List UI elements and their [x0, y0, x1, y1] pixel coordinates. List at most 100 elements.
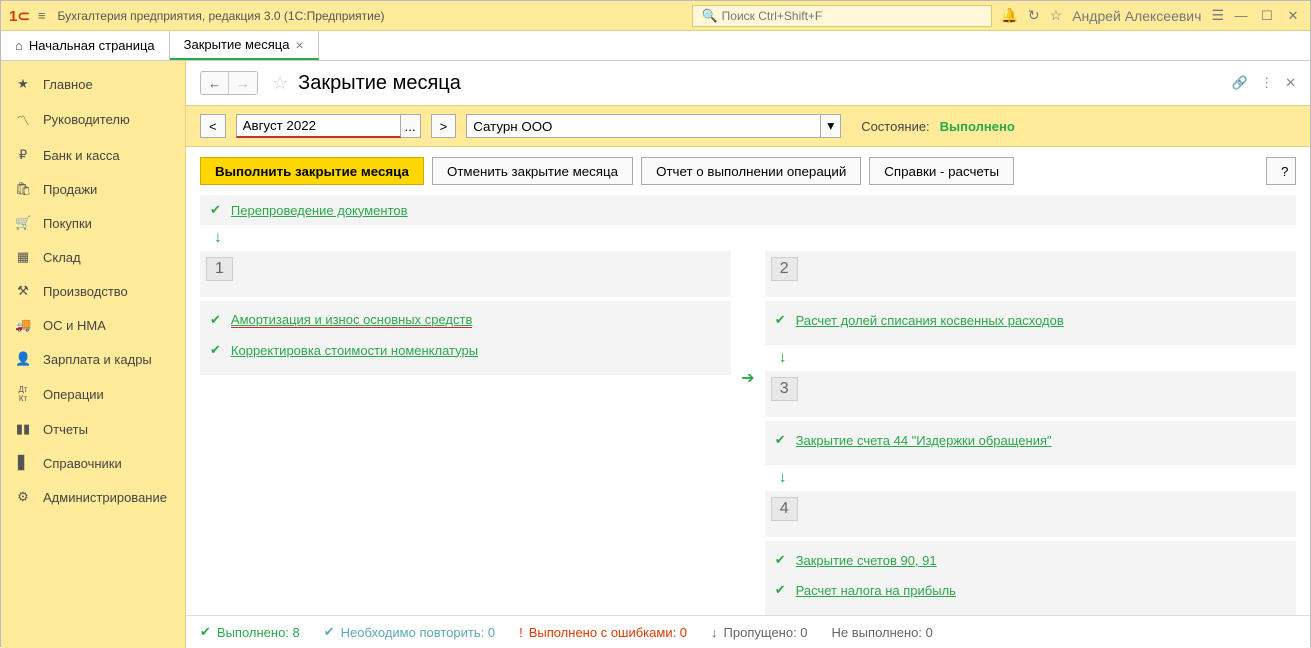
minimize-button[interactable]: —	[1232, 8, 1250, 24]
chart-icon: 〽	[15, 110, 31, 129]
status-label: Состояние:	[861, 119, 929, 134]
stat-done: Выполнено: 8	[217, 625, 300, 640]
sidebar-item-purchases[interactable]: 🛒Покупки	[1, 206, 185, 240]
page-title: Закрытие месяца	[298, 72, 461, 95]
tab-close-icon[interactable]: ×	[295, 37, 303, 53]
sidebar-item-production[interactable]: ⚒Производство	[1, 274, 185, 308]
refs-button[interactable]: Справки - расчеты	[869, 157, 1014, 185]
execute-button[interactable]: Выполнить закрытие месяца	[200, 157, 424, 185]
stat-skipped: Пропущено: 0	[724, 625, 808, 640]
sidebar-item-admin[interactable]: ⚙Администрирование	[1, 480, 185, 514]
block-2-num: 2	[771, 257, 798, 281]
tab-home-label: Начальная страница	[29, 38, 155, 53]
block-3-header: 3	[765, 371, 1296, 417]
sidebar-item-refs[interactable]: ▋Справочники	[1, 446, 185, 480]
report-button[interactable]: Отчет о выполнении операций	[641, 157, 861, 185]
close-button[interactable]: ✕	[1284, 8, 1302, 24]
step-profit-tax: ✔ Расчет налога на прибыль	[775, 575, 1286, 605]
step-cost: ✔ Корректировка стоимости номенклатуры	[210, 335, 721, 365]
maximize-button[interactable]: ☐	[1258, 8, 1276, 24]
sidebar-item-operations[interactable]: ДтКтОперации	[1, 376, 185, 412]
step-link-close44[interactable]: Закрытие счета 44 "Издержки обращения"	[796, 433, 1052, 448]
bell-icon[interactable]: 🔔	[1000, 7, 1017, 24]
block-3-num: 3	[771, 377, 798, 401]
home-icon: ⌂	[15, 38, 23, 53]
arrow-down-icon: ↓	[779, 469, 1296, 487]
org-input[interactable]	[466, 114, 821, 138]
period-prev-button[interactable]: <	[200, 114, 226, 138]
repeat-icon: ✔	[324, 624, 335, 640]
step-indirect: ✔ Расчет долей списания косвенных расход…	[775, 305, 1286, 335]
step-amort: ✔ Амортизация и износ основных средств	[210, 305, 721, 335]
nav-back-forward: ← →	[200, 71, 258, 95]
step-link-profit-tax[interactable]: Расчет налога на прибыль	[796, 583, 956, 598]
period-input[interactable]	[236, 114, 401, 138]
dtkt-icon: ДтКт	[15, 385, 31, 403]
check-icon: ✔	[775, 312, 786, 328]
factory-icon: ⚒	[15, 283, 31, 299]
sidebar-item-manager[interactable]: 〽Руководителю	[1, 101, 185, 138]
arrow-down-icon: ↓	[214, 229, 1296, 247]
sidebar-item-main[interactable]: ★Главное	[1, 67, 185, 101]
sidebar-item-reports[interactable]: ▮▮Отчеты	[1, 412, 185, 446]
check-icon: ✔	[210, 342, 221, 358]
search-box[interactable]: 🔍	[692, 5, 992, 27]
arrow-right-icon: ➔	[741, 368, 754, 388]
period-next-button[interactable]: >	[431, 114, 457, 138]
link-icon[interactable]: 🔗	[1232, 75, 1248, 91]
search-input[interactable]	[722, 9, 984, 23]
more-icon[interactable]: ⋮	[1260, 75, 1273, 91]
check-icon: ✔	[775, 552, 786, 568]
period-picker-button[interactable]: ...	[401, 114, 421, 138]
settings-icon[interactable]: ☰	[1211, 7, 1224, 24]
check-icon: ✔	[775, 432, 786, 448]
history-icon[interactable]: ↻	[1028, 7, 1040, 24]
sidebar-item-sales[interactable]: 🛍Продажи	[1, 172, 185, 206]
menu-icon[interactable]: ≡	[38, 8, 46, 23]
step-close9091: ✔ Закрытие счетов 90, 91	[775, 545, 1286, 575]
cart-icon: 🛒	[15, 215, 31, 231]
person-icon: 👤	[15, 351, 31, 367]
step-link-cost[interactable]: Корректировка стоимости номенклатуры	[231, 343, 478, 358]
check-icon: ✔	[210, 202, 221, 218]
star-icon[interactable]: ☆	[1050, 7, 1063, 24]
check-icon: ✔	[775, 582, 786, 598]
error-icon: !	[519, 625, 523, 640]
block-2-header: 2	[765, 251, 1296, 297]
forward-button[interactable]: →	[229, 72, 257, 94]
sidebar-item-assets[interactable]: 🚚ОС и НМА	[1, 308, 185, 342]
close-page-icon[interactable]: ✕	[1285, 75, 1296, 91]
org-dropdown-button[interactable]: ▾	[821, 114, 841, 138]
step-link-close9091[interactable]: Закрытие счетов 90, 91	[796, 553, 937, 568]
content-area: ← → ☆ Закрытие месяца 🔗 ⋮ ✕ < ... > ▾ Со…	[186, 61, 1310, 648]
favorite-icon[interactable]: ☆	[272, 73, 288, 94]
stat-errors: Выполнено с ошибками: 0	[529, 625, 687, 640]
ruble-icon: ₽	[15, 147, 31, 163]
stat-repeat: Необходимо повторить: 0	[341, 625, 495, 640]
step-top: ✔ Перепроведение документов	[200, 195, 1296, 225]
user-name[interactable]: Андрей Алексеевич	[1072, 8, 1201, 24]
sidebar-item-hr[interactable]: 👤Зарплата и кадры	[1, 342, 185, 376]
tab-active-label: Закрытие месяца	[184, 37, 290, 52]
block-1-num: 1	[206, 257, 233, 281]
bag-icon: 🛍	[15, 181, 31, 197]
block-1-header: 1	[200, 251, 731, 297]
block-4-header: 4	[765, 491, 1296, 537]
app-logo: 1⊂	[9, 7, 30, 25]
filter-bar: < ... > ▾ Состояние: Выполнено	[186, 105, 1310, 147]
step-link-amort[interactable]: Амортизация и износ основных средств	[231, 312, 472, 328]
sidebar-item-bank[interactable]: ₽Банк и касса	[1, 138, 185, 172]
truck-icon: 🚚	[15, 317, 31, 333]
tab-active[interactable]: Закрытие месяца ×	[170, 31, 319, 60]
sidebar-item-warehouse[interactable]: ▦Склад	[1, 240, 185, 274]
steps-area: ✔ Перепроведение документов ↓ 1 ✔ Аморти…	[186, 195, 1310, 648]
tab-home[interactable]: ⌂ Начальная страница	[1, 31, 170, 60]
search-icon: 🔍	[701, 8, 717, 24]
back-button[interactable]: ←	[201, 72, 229, 94]
step-link-indirect[interactable]: Расчет долей списания косвенных расходов	[796, 313, 1064, 328]
status-value: Выполнено	[940, 119, 1015, 134]
grid-icon: ▦	[15, 249, 31, 265]
step-link-reposting[interactable]: Перепроведение документов	[231, 203, 408, 218]
cancel-button[interactable]: Отменить закрытие месяца	[432, 157, 633, 185]
help-button[interactable]: ?	[1266, 157, 1296, 185]
